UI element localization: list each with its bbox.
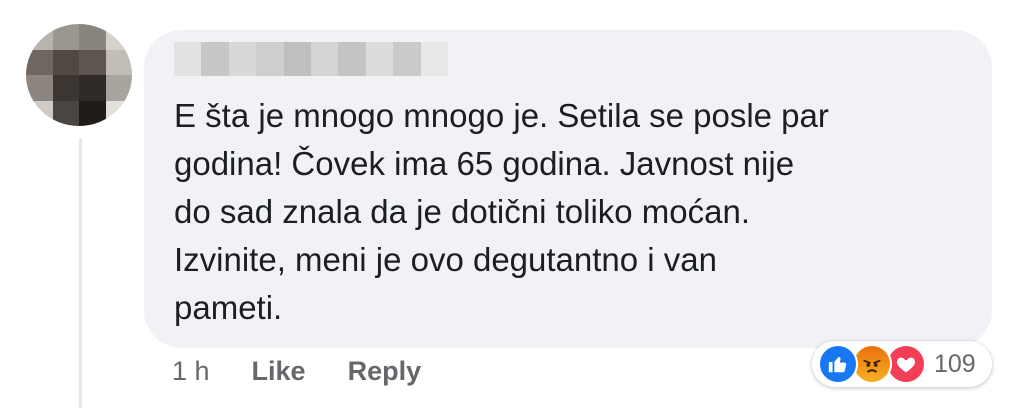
like-button[interactable]: Like: [252, 356, 306, 387]
comment-timestamp[interactable]: 1 h: [172, 356, 210, 387]
reply-button[interactable]: Reply: [348, 356, 422, 387]
reaction-count: 109: [934, 349, 976, 378]
like-icon: [818, 344, 858, 384]
comment-footer: 1 h Like Reply: [172, 356, 463, 387]
comment-line: do sad znala da je dotični toliko moćan.: [174, 193, 751, 230]
love-icon: [886, 344, 926, 384]
comment-line: godina! Čovek ima 65 godina. Javnost nij…: [174, 145, 795, 182]
reactions-summary[interactable]: 109: [812, 341, 992, 387]
comment-text: E šta je mnogo mnogo je. Setila se posle…: [174, 92, 974, 332]
comment-line: pameti.: [174, 289, 283, 326]
author-name-blurred[interactable]: [174, 42, 449, 76]
comment-line: E šta je mnogo mnogo je. Setila se posle…: [174, 97, 829, 134]
comment-bubble: E šta je mnogo mnogo je. Setila se posle…: [144, 30, 992, 348]
comment-line: Izvinite, meni je ovo degutantno i van: [174, 241, 718, 278]
thread-line: [79, 138, 82, 408]
angry-icon: [852, 344, 892, 384]
comment-avatar[interactable]: [26, 24, 132, 126]
